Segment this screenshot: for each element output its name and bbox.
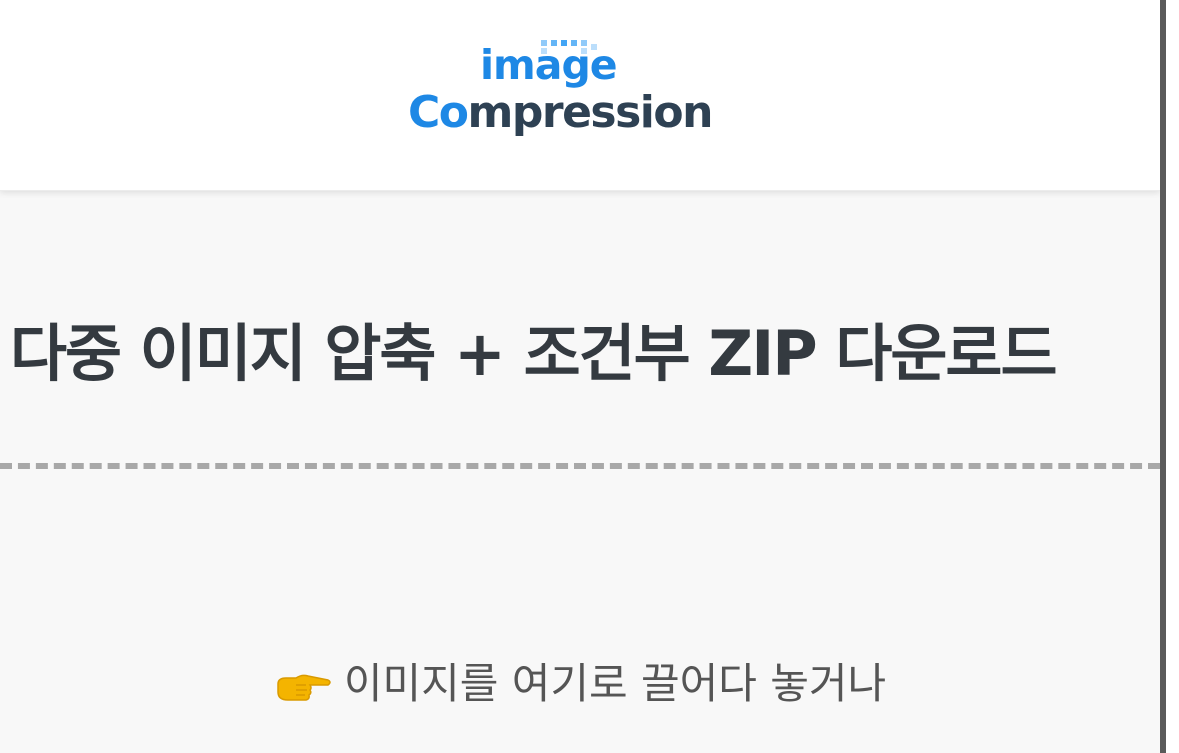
page: image Compression 다중 이미지 압축 + 조건부 ZIP 다운… xyxy=(0,0,1179,753)
page-title: 다중 이미지 압축 + 조건부 ZIP 다운로드 xyxy=(10,317,1057,390)
dropzone-hint-text: 이미지를 여기로 끌어다 놓거나 xyxy=(343,659,887,708)
content-area: 다중 이미지 압축 + 조건부 ZIP 다운로드 이미지를 여기로 끌어다 놓거… xyxy=(0,0,1160,753)
pointing-hand-icon xyxy=(277,674,331,701)
dropzone-hint: 이미지를 여기로 끌어다 놓거나 xyxy=(0,652,1160,716)
vertical-scrollbar[interactable] xyxy=(1160,0,1166,753)
